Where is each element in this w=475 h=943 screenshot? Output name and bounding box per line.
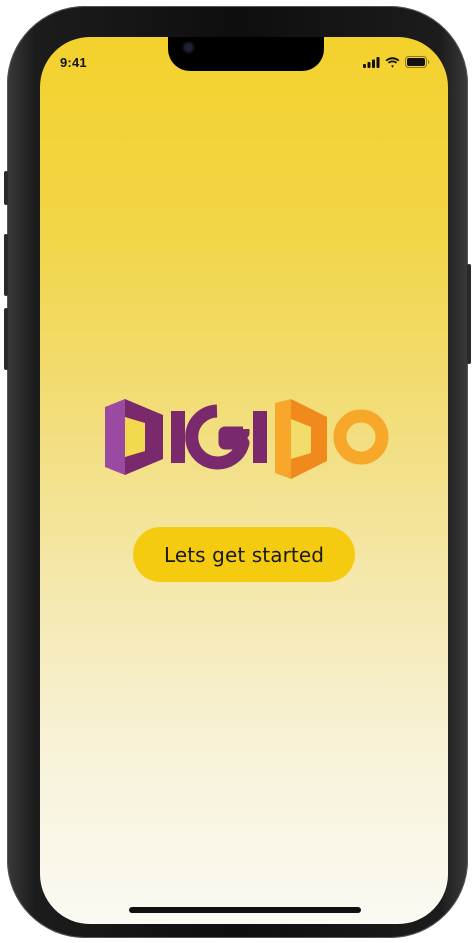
- wifi-icon: [385, 56, 400, 68]
- digido-logo: DIGIDO: [105, 399, 389, 479]
- status-icons: [363, 56, 430, 68]
- cellular-signal-icon: [363, 56, 380, 68]
- status-time: 9:41: [60, 55, 87, 70]
- app-screen: 9:41 DIGIDO: [40, 37, 448, 924]
- logo-letter-i-1: [171, 411, 185, 463]
- logo-letter-o: [333, 409, 389, 465]
- notch: [168, 37, 324, 71]
- logo-letter-i-2: [253, 411, 267, 463]
- volume-up-button: [4, 234, 8, 296]
- home-indicator: [129, 907, 361, 913]
- logo-letter-d-orange: [275, 399, 327, 479]
- logo-letter-g-1: [185, 404, 250, 470]
- power-button: [467, 264, 471, 364]
- front-camera: [184, 43, 193, 52]
- lets-get-started-button[interactable]: Lets get started: [133, 527, 355, 582]
- battery-icon: [405, 56, 430, 68]
- volume-down-button: [4, 308, 8, 370]
- logo-letter-d-purple: [105, 399, 163, 475]
- silent-switch: [4, 171, 8, 205]
